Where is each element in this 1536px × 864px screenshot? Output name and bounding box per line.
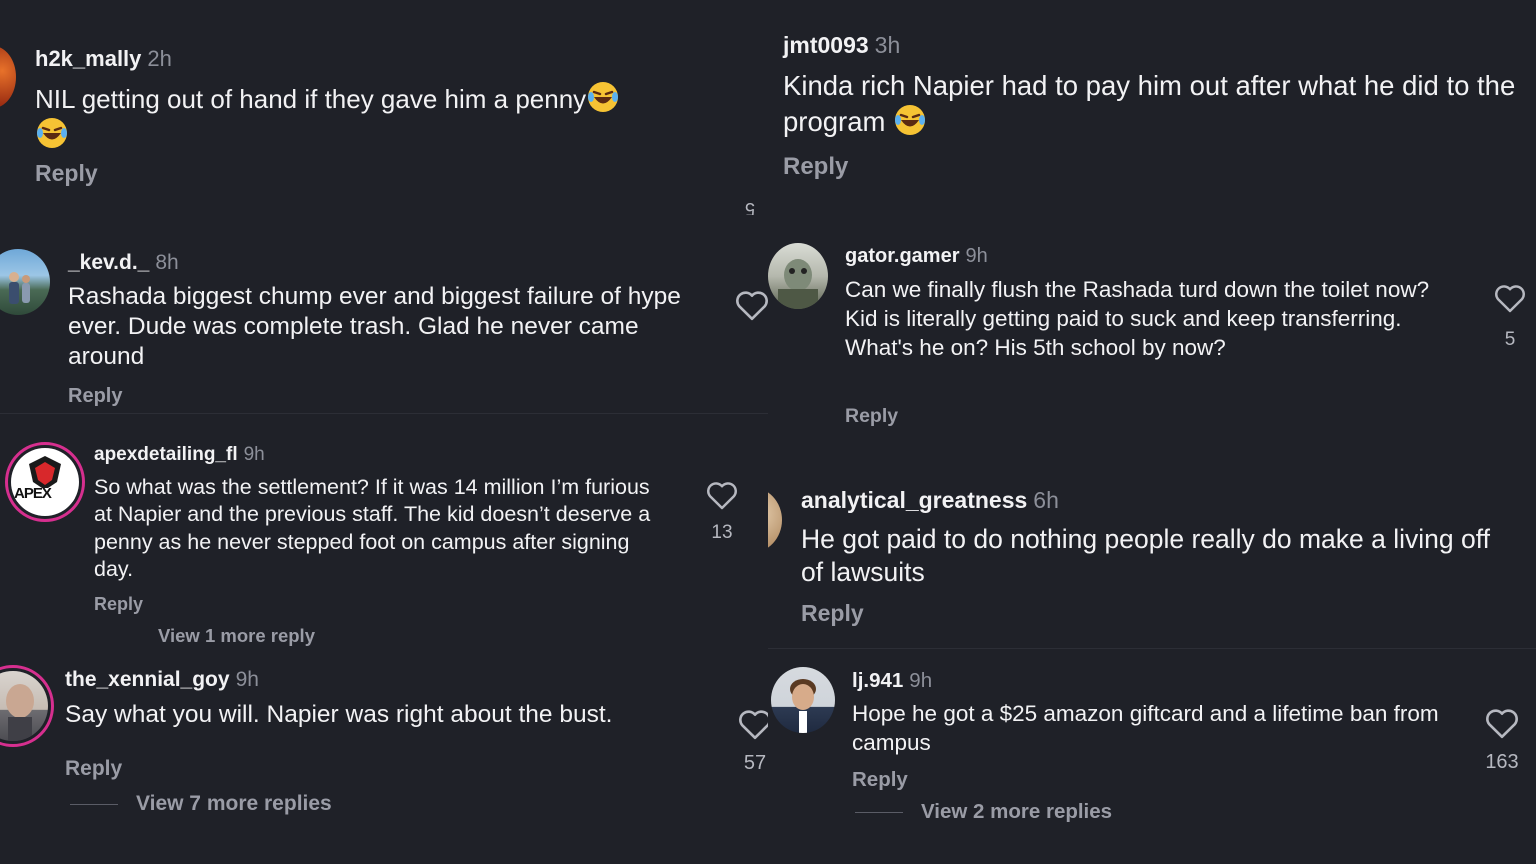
avatar[interactable]: APEX bbox=[5, 442, 85, 522]
reply-button[interactable]: Reply bbox=[35, 160, 98, 187]
timestamp: 3h bbox=[874, 32, 901, 58]
username[interactable]: _kev.d._ bbox=[68, 251, 149, 274]
like-button[interactable] bbox=[732, 289, 768, 321]
comment-text: Kinda rich Napier had to pay him out aft… bbox=[783, 70, 1516, 137]
username[interactable]: apexdetailing_fl bbox=[94, 444, 238, 465]
avatar[interactable] bbox=[0, 665, 54, 747]
comment-jmt0093: jmt0093 3h Kinda rich Napier had to pay h… bbox=[783, 32, 1523, 139]
like-button[interactable]: 5 bbox=[1490, 283, 1530, 351]
comment-panel-lj941: lj.941 9h Hope he got a $25 amazon giftca… bbox=[768, 649, 1536, 864]
like-button[interactable]: 163 bbox=[1478, 707, 1526, 774]
comment-panel-analytical-greatness: analytical_greatness 6h He got paid to do… bbox=[768, 465, 1536, 648]
username[interactable]: h2k_mally bbox=[35, 46, 141, 71]
laughing-emoji-icon bbox=[586, 80, 620, 114]
comment-apexdetailing: apexdetailing_fl 9h So what was the settl… bbox=[94, 444, 674, 583]
reply-button[interactable]: Reply bbox=[845, 405, 898, 428]
timestamp: 9h bbox=[235, 668, 259, 691]
reply-button[interactable]: Reply bbox=[852, 768, 908, 792]
comment-panel-h2k-mally: h2k_mally 2h NIL getting out of hand if t… bbox=[0, 0, 768, 215]
reply-button[interactable]: Reply bbox=[68, 385, 122, 408]
avatar[interactable] bbox=[0, 249, 50, 315]
avatar[interactable] bbox=[771, 667, 835, 733]
comment-text: Can we finally flush the Rashada turd do… bbox=[845, 277, 1430, 360]
heart-icon[interactable] bbox=[734, 289, 768, 321]
avatar[interactable] bbox=[0, 46, 16, 108]
comment-text: NIL getting out of hand if they gave him… bbox=[35, 80, 725, 152]
laughing-emoji-icon bbox=[35, 116, 69, 150]
like-count: 57 bbox=[743, 752, 767, 774]
timestamp: 9h bbox=[965, 245, 988, 267]
reply-button[interactable]: Reply bbox=[783, 153, 848, 181]
timestamp: 2h bbox=[147, 46, 172, 71]
comment-text: Hope he got a $25 amazon giftcard and a … bbox=[852, 701, 1439, 755]
comment-panel-gator-gamer: gator.gamer 9h Can we finally flush the R… bbox=[768, 215, 1536, 465]
username[interactable]: lj.941 bbox=[852, 669, 903, 692]
avatar[interactable] bbox=[768, 243, 828, 309]
comment-text: He got paid to do nothing people really … bbox=[801, 524, 1490, 587]
like-button[interactable]: 57 bbox=[734, 708, 768, 775]
avatar[interactable] bbox=[768, 487, 782, 553]
comment-panel-jmt0093: jmt0093 3h Kinda rich Napier had to pay h… bbox=[768, 0, 1536, 215]
username[interactable]: gator.gamer bbox=[845, 245, 959, 267]
reply-button[interactable]: Reply bbox=[65, 757, 122, 781]
like-count: 13 bbox=[711, 522, 733, 543]
username[interactable]: jmt0093 bbox=[783, 32, 869, 58]
comment-text: Say what you will. Napier was right abou… bbox=[65, 701, 613, 728]
view-more-replies-button[interactable]: View 2 more replies bbox=[855, 800, 1112, 824]
like-count: 5 bbox=[1504, 329, 1516, 350]
heart-icon[interactable] bbox=[705, 480, 739, 510]
logo-text: APEX bbox=[14, 485, 52, 502]
like-count: 163 bbox=[1485, 751, 1519, 773]
heart-icon[interactable] bbox=[1484, 707, 1520, 739]
comment-panel-xennial-goy: the_xennial_goy 9h Say what you will. Nap… bbox=[0, 650, 768, 864]
heart-icon[interactable] bbox=[737, 708, 768, 740]
comment-analytical-greatness: analytical_greatness 6h He got paid to do… bbox=[801, 487, 1501, 589]
stray-count: 5 bbox=[745, 199, 756, 215]
comment-panel-kev-d: _kev.d._ 8h Rashada biggest chump ever an… bbox=[0, 215, 768, 413]
view-more-replies-button[interactable]: View 7 more replies bbox=[70, 792, 332, 816]
view-more-replies-button[interactable]: View 1 more reply bbox=[158, 625, 315, 647]
comment-gator-gamer: gator.gamer 9h Can we finally flush the R… bbox=[845, 245, 1455, 362]
username[interactable]: analytical_greatness bbox=[801, 487, 1027, 513]
timestamp: 8h bbox=[155, 251, 179, 274]
comment-lj941: lj.941 9h Hope he got a $25 amazon giftca… bbox=[852, 669, 1472, 757]
comment-text: So what was the settlement? If it was 14… bbox=[94, 475, 651, 581]
username[interactable]: the_xennial_goy bbox=[65, 668, 230, 691]
reply-button[interactable]: Reply bbox=[94, 594, 143, 615]
like-button[interactable]: 13 bbox=[701, 480, 743, 544]
comment-xennial-goy: the_xennial_goy 9h Say what you will. Nap… bbox=[65, 668, 715, 731]
comment-panel-apexdetailing: APEX apexdetailing_fl 9h So what was the … bbox=[0, 414, 768, 650]
timestamp: 9h bbox=[243, 444, 265, 465]
timestamp: 6h bbox=[1033, 487, 1059, 513]
timestamp: 9h bbox=[909, 669, 933, 692]
comment-text: Rashada biggest chump ever and biggest f… bbox=[68, 283, 681, 370]
comment-kev-d: _kev.d._ 8h Rashada biggest chump ever an… bbox=[68, 251, 708, 372]
comment-h2k-mally: h2k_mally 2h NIL getting out of hand if t… bbox=[35, 46, 735, 152]
reply-button[interactable]: Reply bbox=[801, 600, 864, 627]
laughing-emoji-icon bbox=[893, 103, 927, 137]
heart-icon[interactable] bbox=[1493, 283, 1527, 313]
